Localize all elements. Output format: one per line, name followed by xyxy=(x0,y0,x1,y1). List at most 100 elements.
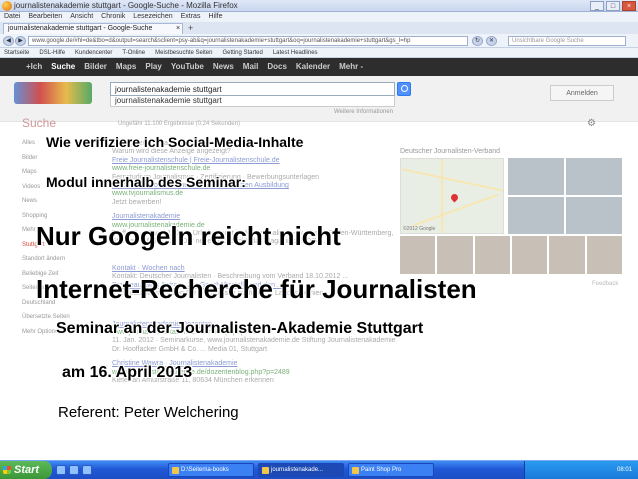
result-snippet: Jetzt bewerben! xyxy=(112,198,162,206)
google-logo[interactable] xyxy=(14,82,92,104)
tab-bar: journalistenakademie stuttgart - Google-… xyxy=(0,22,638,34)
photo-thumbnail[interactable] xyxy=(566,158,622,195)
photo-thumbnail[interactable] xyxy=(508,197,564,234)
photo-thumbnail[interactable] xyxy=(474,236,510,274)
system-tray: 08:01 xyxy=(524,461,638,479)
map-road xyxy=(441,159,443,233)
menu-extras[interactable]: Extras xyxy=(181,12,201,22)
gbar-link-maps[interactable]: Maps xyxy=(116,58,136,76)
gbar-link-bilder[interactable]: Bilder xyxy=(84,58,107,76)
quicklaunch-icon[interactable] xyxy=(69,465,79,475)
window-controls: _ □ × xyxy=(590,1,636,11)
photo-thumbnail[interactable] xyxy=(566,197,622,234)
tab-label: journalistenakademie stuttgart - Google-… xyxy=(8,25,153,32)
bookmark-item[interactable]: DSL-Hilfe xyxy=(39,48,65,57)
signin-button[interactable]: Anmelden xyxy=(550,85,614,101)
overlay-headline: Nur Googeln reicht nicht xyxy=(36,221,341,251)
map-road xyxy=(401,168,503,192)
result-snippet: 11. Jan. 2012 · Seminarkurse, www.journa… xyxy=(112,337,396,353)
menu-lesezeichen[interactable]: Lesezeichen xyxy=(133,12,172,22)
gear-icon[interactable]: ⚙ xyxy=(587,118,596,129)
bookmarks-toolbar: Startseite DSL-Hilfe Kundencenter T-Onli… xyxy=(0,48,638,58)
google-search-input[interactable]: journalistenakademie stuttgart xyxy=(110,82,395,96)
quicklaunch-icon[interactable] xyxy=(82,465,92,475)
address-bar[interactable]: www.google.de/#hl=de&tbo=d&output=search… xyxy=(28,36,468,46)
knowledge-photo-strip xyxy=(400,236,622,274)
quicklaunch-icon[interactable] xyxy=(56,465,66,475)
stop-icon[interactable]: ✕ xyxy=(486,36,497,46)
bookmark-item[interactable]: Kundencenter xyxy=(75,48,112,57)
gbar-link-youtube[interactable]: YouTube xyxy=(171,58,204,76)
taskbar-item[interactable]: D:\Seiten\a-books xyxy=(168,463,254,477)
overlay-seminar: Seminar an der Journalisten-Akademie Stu… xyxy=(56,320,424,337)
knowledge-title: Deutscher Journalisten-Verband xyxy=(400,148,501,155)
photo-thumbnail[interactable] xyxy=(508,158,564,195)
result-title-link[interactable]: Freie Journalistenschule | Freie-Journal… xyxy=(112,157,397,165)
overlay-speaker: Referent: Peter Welchering xyxy=(58,404,239,421)
taskbar-item[interactable]: journalistenakade... xyxy=(258,463,344,477)
gbar-link-news[interactable]: News xyxy=(213,58,234,76)
menu-chronik[interactable]: Chronik xyxy=(101,12,125,22)
google-topbar: +Ich Suche Bilder Maps Play YouTube News… xyxy=(0,58,638,76)
knowledge-photos xyxy=(508,158,622,234)
photo-thumbnail[interactable] xyxy=(437,236,473,274)
gbar-link-suche[interactable]: Suche xyxy=(51,58,75,76)
bookmark-item[interactable]: Meistbesuchte Seiten xyxy=(155,48,212,57)
leftnav-item[interactable]: News xyxy=(22,194,82,209)
browser-search-input[interactable]: Unsichtbare Google Suche xyxy=(508,36,626,46)
photo-thumbnail[interactable] xyxy=(549,236,585,274)
menu-bar: Datei Bearbeiten Ansicht Chronik Lesezei… xyxy=(0,12,638,22)
overlay-date: am 16. April 2013 xyxy=(62,364,193,381)
menu-datei[interactable]: Datei xyxy=(4,12,20,22)
bookmark-item[interactable]: T-Online xyxy=(122,48,145,57)
menu-hilfe[interactable]: Hilfe xyxy=(208,12,222,22)
minimize-button[interactable]: _ xyxy=(590,1,604,11)
more-info-link[interactable]: Weitere Informationen xyxy=(334,109,393,115)
google-header: journalistenakademie stuttgart journalis… xyxy=(0,76,638,122)
quick-launch xyxy=(56,465,92,475)
bookmark-item[interactable]: Startseite xyxy=(4,48,29,57)
gbar-link-mehr[interactable]: Mehr - xyxy=(339,58,363,76)
map-pin-icon xyxy=(449,192,460,203)
gbar-link-docs[interactable]: Docs xyxy=(267,58,287,76)
map-copyright: ©2012 Google xyxy=(403,226,436,232)
overlay-subheadline: Internet-Recherche für Journalisten xyxy=(36,274,477,304)
start-button[interactable]: Start xyxy=(0,461,52,479)
result-title-link[interactable]: Kontakt · Wochen nach xyxy=(112,265,397,273)
overlay-line-verify: Wie verifiziere ich Social-Media-Inhalte xyxy=(46,134,304,150)
photo-thumbnail[interactable] xyxy=(586,236,622,274)
taskbar-item[interactable]: Paint Shop Pro xyxy=(348,463,434,477)
navigation-bar: ◀ ▶ www.google.de/#hl=de&tbo=d&output=se… xyxy=(0,34,638,48)
close-button[interactable]: × xyxy=(622,1,636,11)
back-icon[interactable]: ◀ xyxy=(3,36,14,46)
photo-thumbnail[interactable] xyxy=(511,236,548,274)
firefox-icon xyxy=(2,1,12,11)
overlay-line-module: Modul innerhalb des Seminar: xyxy=(46,174,246,190)
photo-thumbnail[interactable] xyxy=(400,236,436,274)
window-title: journalistenakademie stuttgart - Google-… xyxy=(14,1,238,10)
result-url: www.freie-journalistenschule.de xyxy=(112,165,211,173)
search-icon[interactable] xyxy=(397,82,411,96)
gbar-link-ich[interactable]: +Ich xyxy=(26,58,42,76)
tab-google-search[interactable]: journalistenakademie stuttgart - Google-… xyxy=(3,23,183,34)
menu-ansicht[interactable]: Ansicht xyxy=(70,12,93,22)
reload-icon[interactable]: ↻ xyxy=(472,36,483,46)
tab-close-icon[interactable]: × xyxy=(176,24,180,34)
forward-icon[interactable]: ▶ xyxy=(15,36,26,46)
leftnav-item[interactable]: Bilder xyxy=(22,151,82,166)
new-tab-icon[interactable]: + xyxy=(188,23,193,33)
window-titlebar: journalistenakademie stuttgart - Google-… xyxy=(0,0,638,12)
gbar-link-play[interactable]: Play xyxy=(145,58,161,76)
gbar-link-kalender[interactable]: Kalender xyxy=(296,58,330,76)
search-suggestion[interactable]: journalistenakademie stuttgart xyxy=(110,96,395,107)
bookmark-item[interactable]: Latest Headlines xyxy=(273,48,318,57)
knowledge-map[interactable]: ©2012 Google xyxy=(400,158,504,234)
clock: 08:01 xyxy=(616,467,632,473)
gbar-link-mail[interactable]: Mail xyxy=(243,58,259,76)
menu-bearbeiten[interactable]: Bearbeiten xyxy=(28,12,62,22)
maximize-button[interactable]: □ xyxy=(606,1,620,11)
search-section-label: Suche xyxy=(22,116,57,130)
feedback-link[interactable]: Feedback xyxy=(592,281,618,287)
bookmark-item[interactable]: Getting Started xyxy=(222,48,262,57)
leftnav-item[interactable]: Standort ändern xyxy=(22,252,82,267)
